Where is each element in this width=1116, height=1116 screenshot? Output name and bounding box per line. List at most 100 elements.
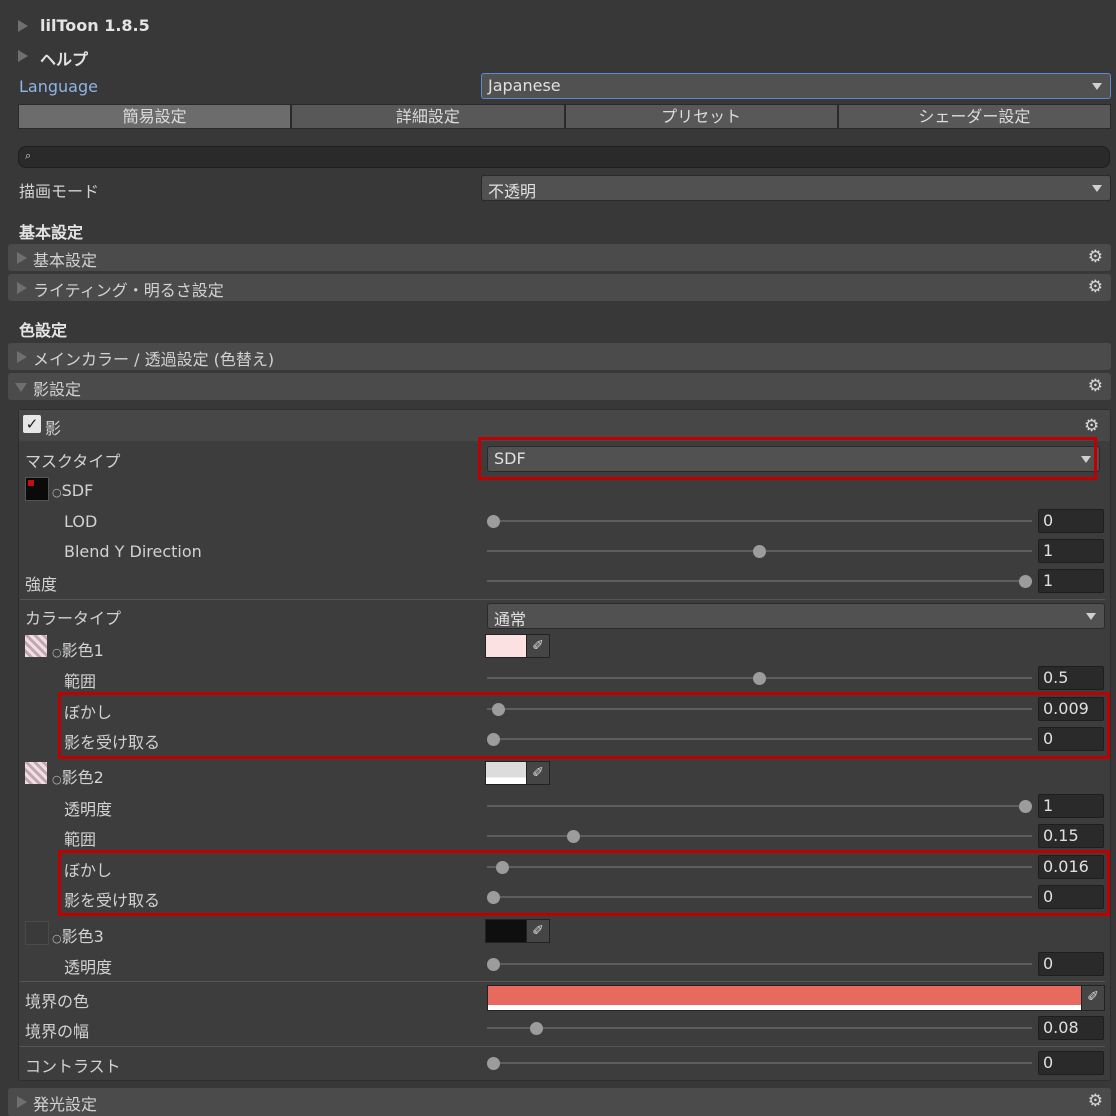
section-basic-title: 基本設定	[19, 223, 84, 242]
eyedropper-icon[interactable]: ✐	[1081, 985, 1105, 1011]
foldout-shadow[interactable]: 影設定 ⚙	[8, 373, 1111, 400]
expand-arrow-icon	[17, 1096, 27, 1108]
lod-slider-track[interactable]	[487, 520, 1032, 522]
shade2-texture-thumbnail[interactable]	[25, 762, 47, 784]
tab-shader-settings[interactable]: シェーダー設定	[837, 104, 1111, 129]
expand-arrow-icon[interactable]	[18, 50, 28, 62]
lod-input[interactable]: 0	[1038, 509, 1104, 533]
gear-icon[interactable]: ⚙	[1088, 279, 1103, 296]
sdf-texture-thumbnail[interactable]	[25, 477, 49, 501]
contrast-label: コントラスト	[25, 1057, 121, 1076]
shade3-alpha-knob[interactable]	[487, 958, 500, 971]
eyedropper-icon[interactable]: ✐	[526, 634, 550, 658]
strength-label: 強度	[25, 575, 58, 594]
shade2-alpha-knob[interactable]	[1019, 800, 1032, 813]
gear-icon[interactable]: ⚙	[1084, 418, 1108, 435]
chevron-down-icon	[1092, 185, 1102, 192]
gear-icon[interactable]: ⚙	[1088, 1093, 1103, 1110]
expand-arrow-icon	[17, 351, 27, 363]
foldout-emission[interactable]: 発光設定 ⚙	[8, 1088, 1111, 1116]
contrast-input[interactable]: 0	[1038, 1051, 1104, 1075]
shade1-texture-thumbnail[interactable]	[25, 635, 47, 657]
help-title[interactable]: ヘルプ	[40, 46, 88, 70]
blend-y-label: Blend Y Direction	[64, 542, 202, 561]
shade2-range-label: 範囲	[64, 830, 97, 849]
shade3-alpha-input[interactable]: 0	[1038, 952, 1104, 976]
eyedropper-icon[interactable]: ✐	[526, 761, 550, 785]
border-width-knob[interactable]	[529, 1022, 543, 1035]
shade3-color-swatch[interactable]	[485, 919, 527, 943]
shade3-alpha-track[interactable]	[487, 963, 1032, 965]
render-mode-dropdown[interactable]: 不透明	[481, 175, 1111, 201]
contrast-track[interactable]	[487, 1062, 1032, 1064]
target-icon[interactable]: ○	[52, 646, 62, 659]
eyedropper-icon[interactable]: ✐	[526, 919, 550, 943]
lod-slider-knob[interactable]	[487, 515, 500, 528]
blend-y-input[interactable]: 1	[1038, 539, 1104, 563]
shade3-label-text: 影色3	[61, 927, 104, 946]
divider	[20, 599, 1105, 600]
target-icon[interactable]: ○	[52, 773, 62, 786]
color-type-dropdown[interactable]: 通常	[487, 603, 1105, 629]
tab-simple[interactable]: 簡易設定	[18, 104, 292, 129]
contrast-knob[interactable]	[487, 1057, 500, 1070]
foldout-shadow-label: 影設定	[33, 380, 82, 399]
tab-advanced[interactable]: 詳細設定	[291, 104, 565, 129]
highlight-box	[58, 692, 1110, 759]
foldout-lighting-label: ライティング・明るさ設定	[33, 281, 224, 300]
shade2-range-input[interactable]: 0.15	[1038, 824, 1104, 848]
mask-type-label: マスクタイプ	[25, 452, 121, 471]
shade1-range-input[interactable]: 0.5	[1038, 666, 1104, 690]
gear-icon[interactable]: ⚙	[1088, 249, 1103, 266]
target-icon[interactable]: ○	[52, 932, 62, 945]
texture-preview	[28, 480, 34, 486]
strength-input[interactable]: 1	[1038, 569, 1104, 593]
foldout-basic[interactable]: 基本設定 ⚙	[8, 244, 1111, 271]
shade3-texture-thumbnail[interactable]	[25, 921, 49, 945]
search-input[interactable]: ⌕	[18, 146, 1110, 168]
render-mode-value: 不透明	[488, 182, 537, 201]
shade3-alpha-label: 透明度	[64, 958, 113, 977]
foldout-main-color-label: メインカラー / 透過設定 (色替え)	[33, 350, 275, 369]
chevron-down-icon	[1086, 613, 1096, 620]
color-type-label: カラータイプ	[25, 609, 122, 628]
foldout-basic-label: 基本設定	[33, 251, 98, 270]
border-width-input[interactable]: 0.08	[1038, 1016, 1104, 1040]
language-dropdown[interactable]: Japanese	[481, 73, 1111, 99]
shade2-range-knob[interactable]	[566, 830, 580, 843]
sdf-label-text: SDF	[61, 481, 94, 500]
border-width-track[interactable]	[487, 1027, 1032, 1029]
highlight-box	[478, 437, 1097, 480]
language-label: Language	[19, 77, 98, 96]
lod-label: LOD	[64, 512, 98, 531]
expand-arrow-icon	[17, 282, 27, 294]
highlight-box	[58, 850, 1110, 916]
strength-slider-track[interactable]	[487, 580, 1032, 582]
shadow-toggle-label: 影	[45, 419, 62, 438]
shade2-alpha-track[interactable]	[487, 805, 1032, 807]
strength-slider-knob[interactable]	[1019, 575, 1032, 588]
expand-arrow-icon[interactable]	[18, 20, 28, 32]
foldout-main-color[interactable]: メインカラー / 透過設定 (色替え)	[8, 343, 1111, 370]
shade1-color-swatch[interactable]	[485, 634, 527, 658]
shadow-checkbox[interactable]: ✓	[23, 415, 41, 433]
target-icon[interactable]: ○	[52, 486, 62, 499]
sdf-label: ○SDF	[52, 481, 93, 500]
search-icon: ⌕	[25, 149, 32, 162]
shade2-color-swatch[interactable]	[485, 761, 527, 785]
collapse-arrow-icon	[15, 383, 27, 392]
version-title[interactable]: lilToon 1.8.5	[40, 16, 150, 35]
shade2-alpha-input[interactable]: 1	[1038, 794, 1104, 818]
chevron-down-icon	[1092, 83, 1102, 90]
shade1-range-knob[interactable]	[753, 672, 766, 685]
divider	[20, 981, 1105, 982]
gear-icon[interactable]: ⚙	[1088, 378, 1103, 395]
foldout-emission-label: 発光設定	[33, 1095, 98, 1114]
border-color-label: 境界の色	[25, 992, 90, 1011]
blend-y-slider-knob[interactable]	[753, 545, 766, 558]
border-color-swatch[interactable]	[487, 985, 1082, 1011]
foldout-lighting[interactable]: ライティング・明るさ設定 ⚙	[8, 274, 1111, 301]
shade1-label-text: 影色1	[61, 641, 104, 660]
tab-preset[interactable]: プリセット	[564, 104, 838, 129]
shade1-label: ○影色1	[52, 637, 104, 661]
